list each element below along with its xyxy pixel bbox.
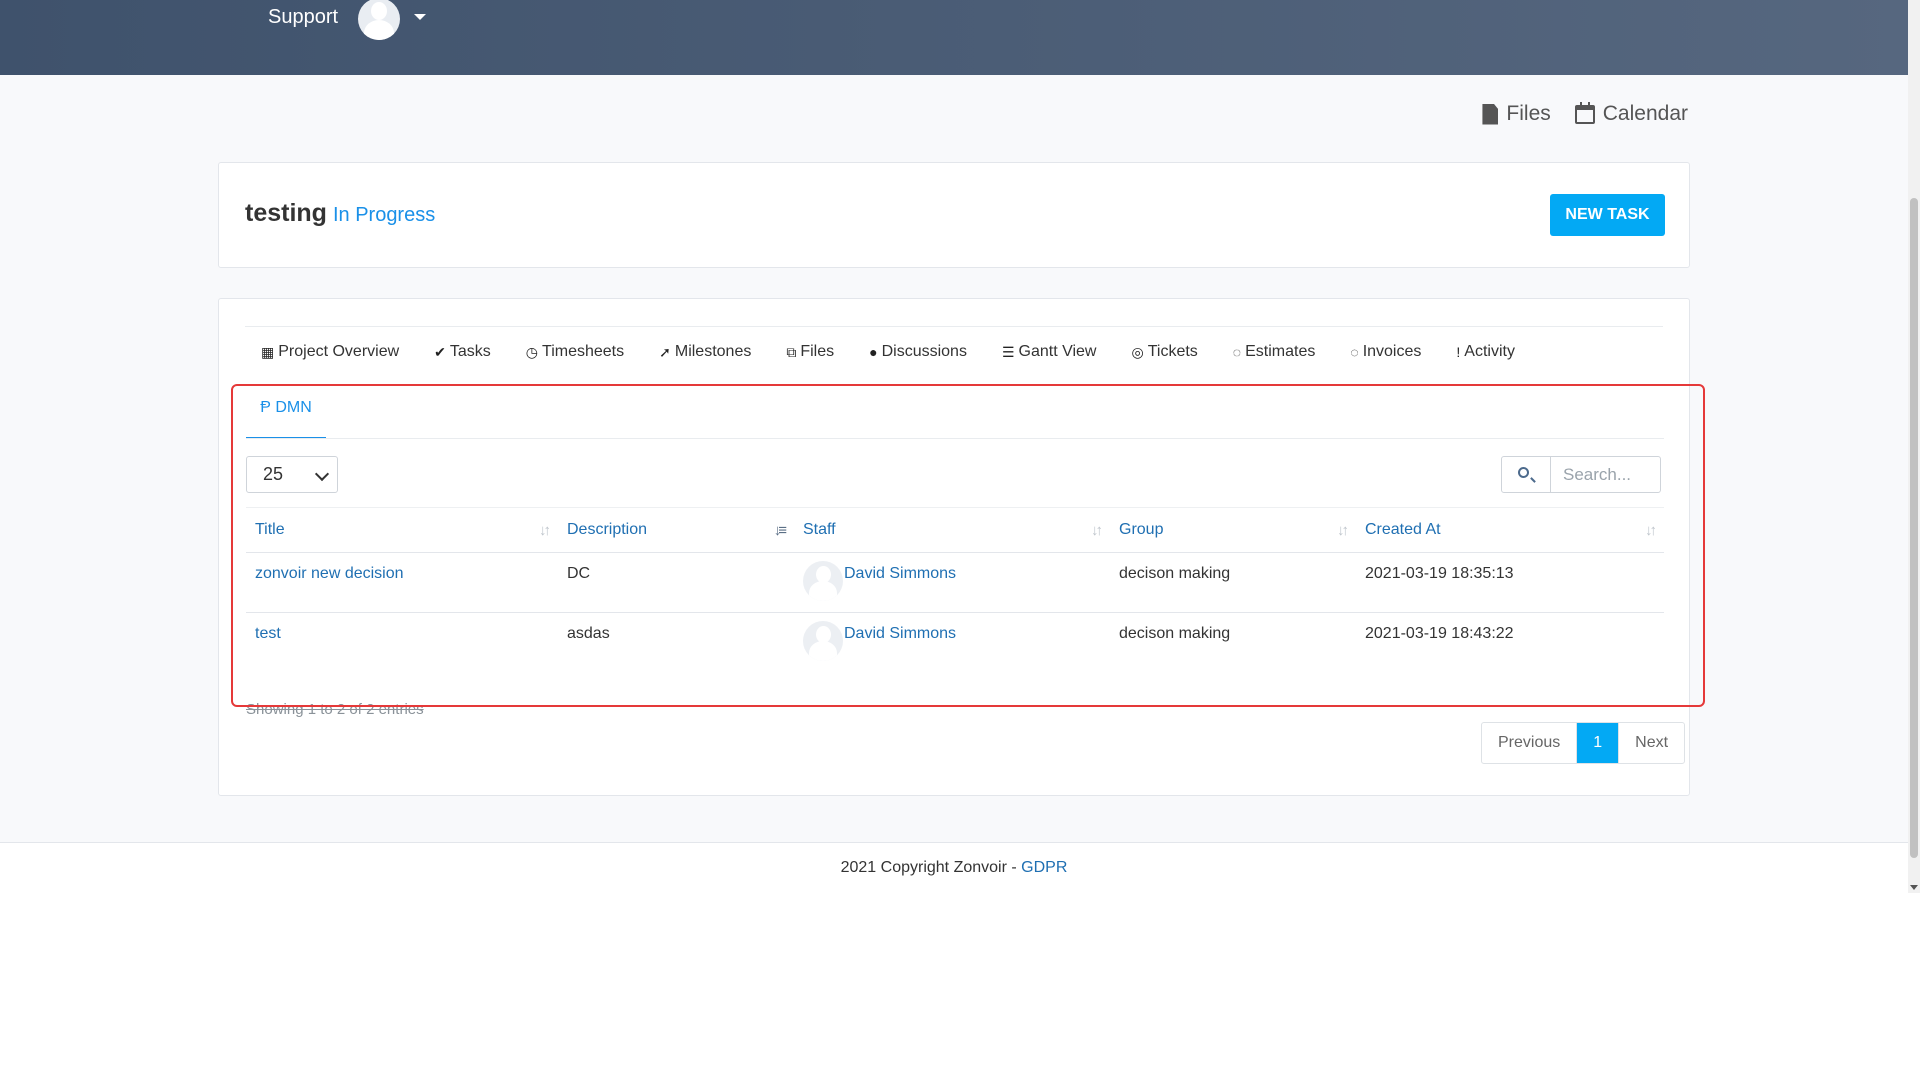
files-icon: ⧉	[786, 344, 797, 360]
tab-tasks[interactable]: ✔ Tasks	[434, 343, 491, 361]
page-length-select[interactable]: 25	[246, 456, 338, 493]
tab-discussions[interactable]: ● Discussions	[869, 343, 967, 361]
sort-icon: ↓↑	[1645, 522, 1657, 539]
next-page-button[interactable]: Next	[1618, 723, 1684, 763]
table-search	[1501, 456, 1661, 493]
rocket-icon: ➚	[659, 344, 671, 360]
project-nav-tabs: ▦ Project Overview ✔ Tasks ◷ Timesheets ➚ Mi…	[261, 343, 1515, 361]
tab-timesheets[interactable]: ◷ Timesheets	[526, 343, 624, 361]
project-header-card: testing In Progress NEW TASK	[218, 162, 1690, 268]
lifebuoy-icon: ◎	[1131, 344, 1144, 360]
table-row: test asdas David Simmons decison making …	[246, 613, 1664, 673]
row-title-link[interactable]: zonvoir new decision	[255, 565, 404, 582]
copyright-text: 2021 Copyright Zonvoir -	[840, 859, 1022, 876]
page-scrollbar[interactable]	[1908, 0, 1920, 893]
user-avatar[interactable]	[358, 0, 400, 40]
staff-link[interactable]: David Simmons	[844, 625, 956, 642]
cell-created-at: 2021-03-19 18:43:22	[1365, 625, 1514, 642]
cell-description: DC	[558, 552, 794, 613]
sort-icon: ↓↑	[1337, 522, 1349, 539]
col-header-title[interactable]: Title ↓↑	[246, 507, 558, 553]
top-navbar: Support	[0, 0, 1908, 75]
tab-invoices[interactable]: ◌ Invoices	[1350, 343, 1421, 361]
clock-icon: ◷	[525, 344, 539, 360]
search-input[interactable]	[1551, 457, 1660, 492]
search-icon	[1518, 467, 1529, 478]
cell-title: test	[246, 613, 558, 673]
project-main-card: ▦ Project Overview ✔ Tasks ◷ Timesheets ➚ Mi…	[218, 298, 1690, 796]
comment-icon: ●	[869, 344, 878, 360]
new-task-button[interactable]: NEW TASK	[1550, 194, 1665, 236]
files-link[interactable]: Files	[1482, 102, 1551, 126]
previous-page-button[interactable]: Previous	[1482, 723, 1576, 763]
branch-icon: Ᵽ	[260, 399, 271, 416]
staff-avatar	[803, 621, 843, 661]
footer: 2021 Copyright Zonvoir - GDPR	[0, 842, 1908, 894]
row-title-link[interactable]: test	[255, 625, 281, 642]
project-title: testing In Progress	[245, 199, 436, 227]
chevron-down-icon	[314, 466, 330, 482]
cell-staff: David Simmons	[794, 552, 1110, 613]
tab-files[interactable]: ⧉ Files	[786, 343, 834, 361]
dmn-table: Title ↓↑ Description ↓≡ Staff ↓↑ Group ↓↑ Cr…	[246, 507, 1664, 673]
spinner-icon: ◌	[1350, 344, 1359, 360]
gdpr-link[interactable]: GDPR	[1021, 859, 1067, 876]
col-header-group[interactable]: Group ↓↑	[1110, 507, 1356, 553]
subtab-dmn[interactable]: Ᵽ DMN	[246, 399, 326, 439]
col-header-description[interactable]: Description ↓≡	[558, 507, 794, 553]
scrollbar-thumb[interactable]	[1910, 198, 1918, 858]
sort-icon: ↓↑	[539, 522, 551, 539]
sort-icon: ↓↑	[1091, 522, 1103, 539]
staff-link[interactable]: David Simmons	[844, 565, 956, 582]
sort-desc-icon: ↓≡	[773, 522, 787, 539]
table-header-row: Title ↓↑ Description ↓≡ Staff ↓↑ Group ↓↑ Cr…	[246, 507, 1664, 553]
page-1-button[interactable]: 1	[1576, 723, 1619, 763]
tab-milestones[interactable]: ➚ Milestones	[659, 343, 751, 361]
file-icon	[1482, 103, 1499, 125]
cell-created-at: 2021-03-19 18:35:13	[1356, 552, 1664, 613]
cell-group: decison making	[1110, 552, 1356, 613]
cell-description: asdas	[567, 625, 610, 642]
exclamation-icon: !	[1456, 344, 1461, 360]
grid-icon: ▦	[261, 344, 275, 360]
cell-staff: David Simmons	[794, 613, 1110, 673]
spinner-icon: ◌	[1232, 344, 1242, 360]
tab-tickets[interactable]: ◎ Tickets	[1131, 343, 1197, 361]
table-row: zonvoir new decision DC David Simmons de…	[246, 552, 1664, 613]
col-header-staff[interactable]: Staff ↓↑	[794, 507, 1110, 553]
cell-group: decison making	[1119, 625, 1231, 642]
tab-gantt-view[interactable]: ☰ Gantt View	[1002, 343, 1097, 361]
calendar-icon	[1574, 101, 1595, 124]
table-info: Showing 1 to 2 of 2 entries	[246, 701, 424, 718]
support-label[interactable]: Support	[268, 6, 338, 29]
cell-title: zonvoir new decision	[246, 552, 558, 613]
quick-links: Files Calendar	[1482, 101, 1688, 126]
list-icon: ☰	[1001, 344, 1015, 360]
search-button[interactable]	[1502, 457, 1551, 492]
scroll-down-arrow-icon[interactable]	[1910, 885, 1918, 890]
tab-estimates[interactable]: ◌ Estimates	[1233, 343, 1316, 361]
caret-down-icon[interactable]	[414, 14, 426, 20]
project-status: In Progress	[332, 204, 436, 226]
pagination: Previous 1 Next	[1481, 722, 1686, 764]
check-circle-icon: ✔	[434, 344, 446, 360]
col-header-created-at[interactable]: Created At ↓↑	[1356, 507, 1664, 553]
staff-avatar	[803, 561, 843, 601]
tab-project-overview[interactable]: ▦ Project Overview	[261, 343, 399, 361]
tab-activity[interactable]: ! Activity	[1456, 343, 1515, 361]
calendar-link[interactable]: Calendar	[1574, 101, 1688, 126]
